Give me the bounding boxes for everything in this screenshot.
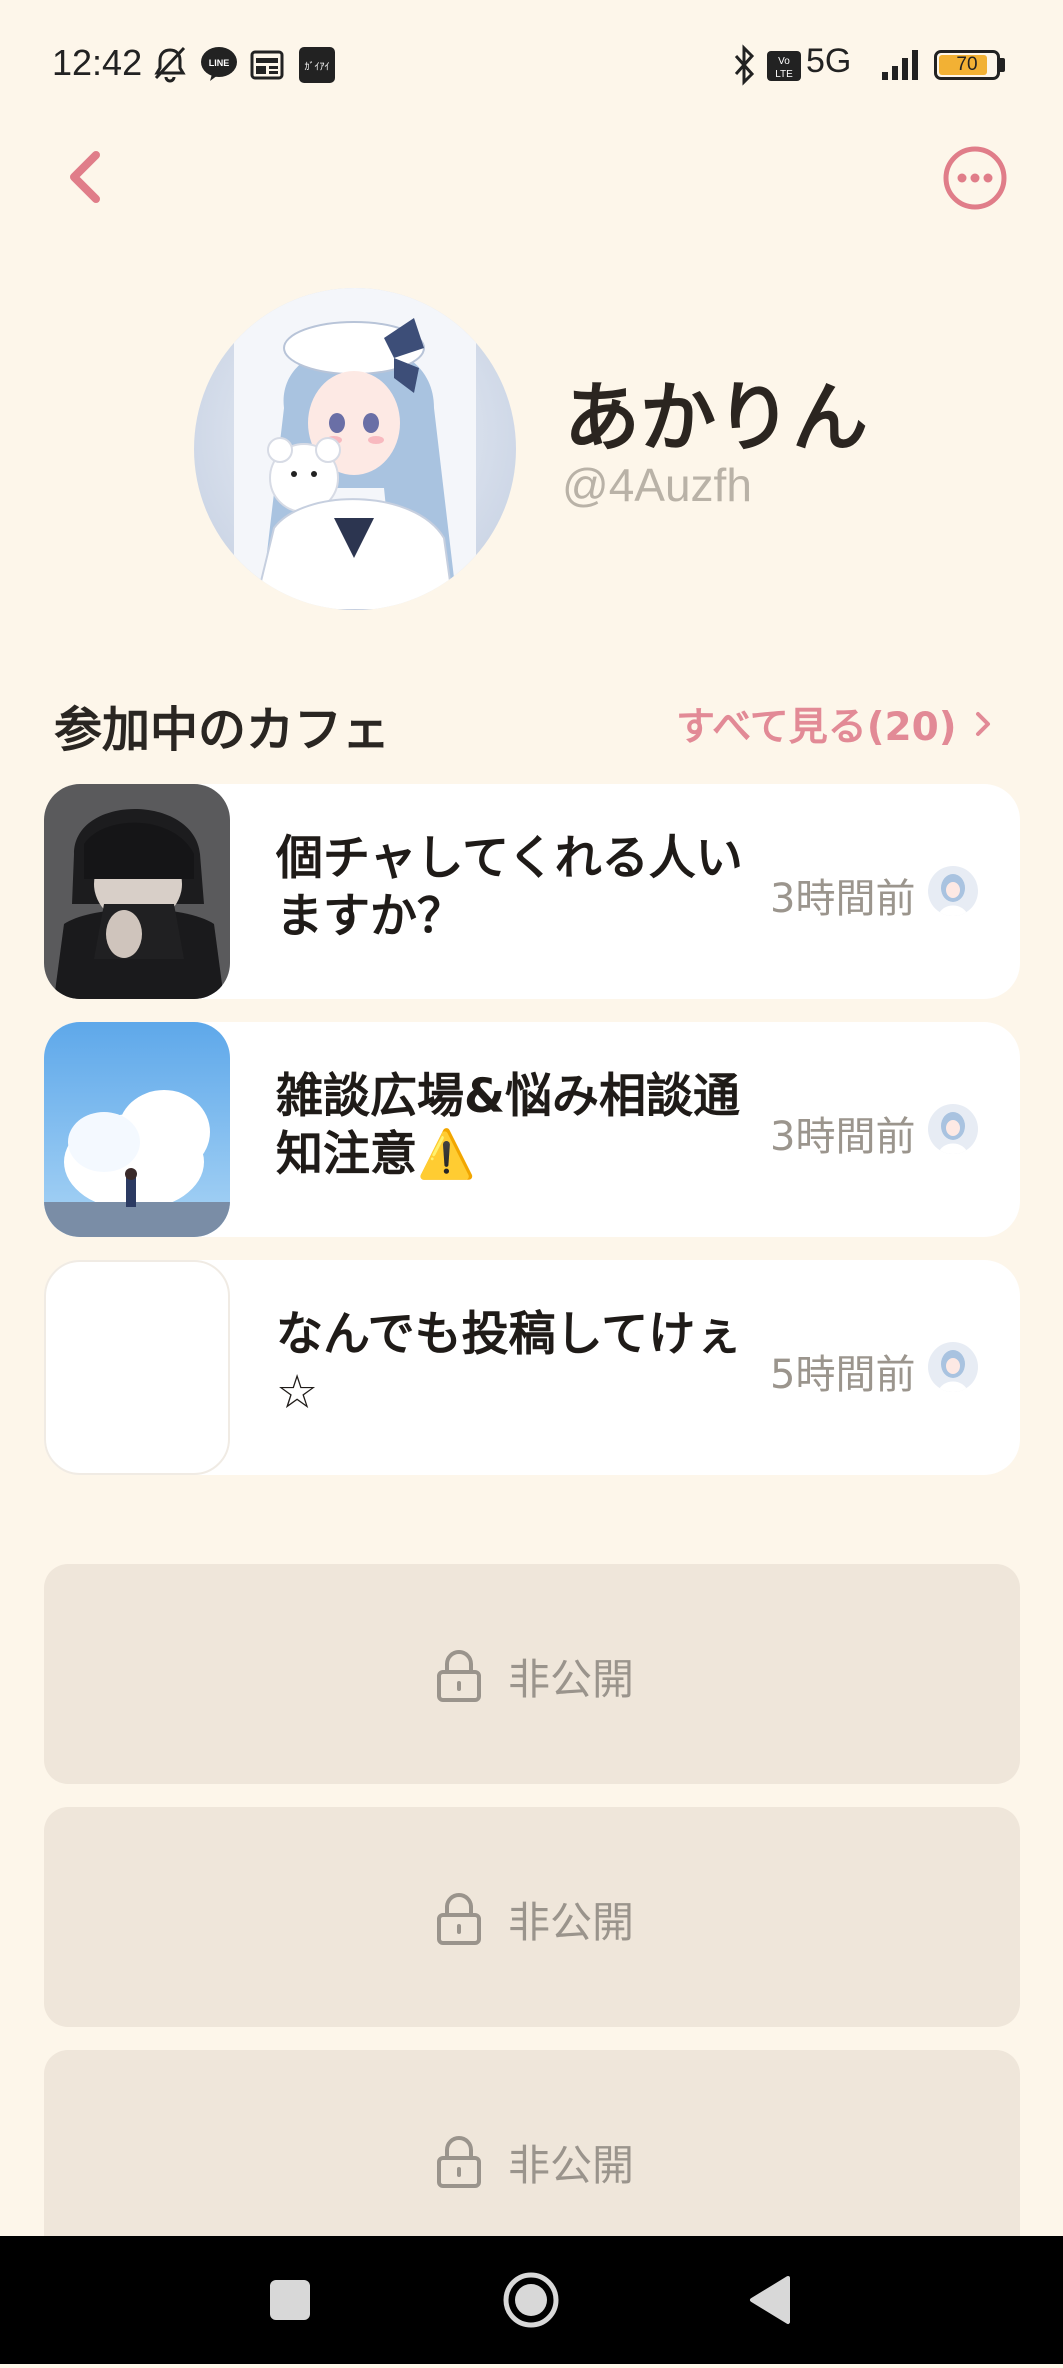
line-icon: LINE xyxy=(201,47,237,81)
app-icon: ｶﾞｲｱｲ xyxy=(299,47,335,83)
cafe-title: 雑談広場&悩み相談通知注意⚠️ xyxy=(276,1069,740,1182)
cafe-member-avatar xyxy=(928,866,978,916)
cafe-thumbnail xyxy=(44,784,230,999)
network-type: 5G xyxy=(806,42,852,80)
svg-text:Vo: Vo xyxy=(778,56,790,67)
cafes-section-title: 参加中のカフェ xyxy=(54,702,391,758)
recents-button[interactable] xyxy=(230,2236,350,2364)
chevron-left-icon xyxy=(70,151,100,203)
system-nav-bar xyxy=(0,2236,1063,2364)
cafe-title: なんでも投稿してけぇ☆ xyxy=(276,1307,743,1420)
profile-avatar[interactable] xyxy=(194,288,516,610)
cafe-card[interactable]: 個チャしてくれる人いますか？ 3時間前 xyxy=(44,784,1020,999)
lock-icon xyxy=(437,1650,481,1702)
lock-icon xyxy=(437,1893,481,1945)
more-horizontal-icon xyxy=(943,146,1007,210)
profile-handle: @4Auzfh xyxy=(562,459,752,511)
home-button[interactable] xyxy=(471,2236,591,2364)
private-label: 非公開 xyxy=(508,1898,635,1947)
svg-text:ｶﾞｲｱｲ: ｶﾞｲｱｲ xyxy=(305,61,330,73)
svg-text:LTE: LTE xyxy=(775,69,793,80)
back-button[interactable] xyxy=(60,145,114,209)
news-icon xyxy=(250,50,284,80)
cafe-time: 3時間前 xyxy=(770,1114,916,1160)
bluetooth-icon xyxy=(734,44,755,86)
chevron-right-icon xyxy=(975,712,990,736)
back-nav-button[interactable] xyxy=(712,2236,832,2364)
cafe-card[interactable]: なんでも投稿してけぇ☆ 5時間前 xyxy=(44,1260,1020,1475)
status-time: 12:42 xyxy=(52,42,143,83)
cafe-time: 3時間前 xyxy=(770,876,916,922)
cafe-card[interactable]: 雑談広場&悩み相談通知注意⚠️ 3時間前 xyxy=(44,1022,1020,1237)
recents-square-icon xyxy=(270,2280,310,2320)
back-triangle-icon xyxy=(750,2276,790,2324)
home-circle-icon xyxy=(503,2272,559,2328)
see-all-link[interactable]: すべて見る(20) xyxy=(676,696,993,752)
status-bar: 12:42 LINE ｶﾞｲｱｲ Vo LTE 5G 70 xyxy=(0,0,1063,130)
signal-icon xyxy=(882,50,918,80)
profile-name: あかりん xyxy=(564,373,868,462)
cafe-member-avatar xyxy=(928,1342,978,1392)
private-item: 非公開 xyxy=(44,1564,1020,1784)
cafe-thumbnail xyxy=(44,1260,230,1475)
private-item: 非公開 xyxy=(44,1807,1020,2027)
cafe-time: 5時間前 xyxy=(770,1352,916,1398)
private-label: 非公開 xyxy=(508,1655,635,1704)
see-all-label: すべて見る(20) xyxy=(676,705,957,750)
lock-icon xyxy=(437,2136,481,2188)
battery-icon: 70 xyxy=(934,50,1000,80)
more-options-button[interactable] xyxy=(942,145,1008,211)
cafe-title: 個チャしてくれる人いますか？ xyxy=(276,831,743,944)
svg-text:LINE: LINE xyxy=(209,58,230,68)
cafe-thumbnail xyxy=(44,1022,230,1237)
volte-icon: Vo LTE xyxy=(767,51,801,81)
cafe-member-avatar xyxy=(928,1104,978,1154)
private-label: 非公開 xyxy=(508,2141,635,2190)
battery-level: 70 xyxy=(956,54,978,75)
mute-bell-icon xyxy=(154,46,186,83)
